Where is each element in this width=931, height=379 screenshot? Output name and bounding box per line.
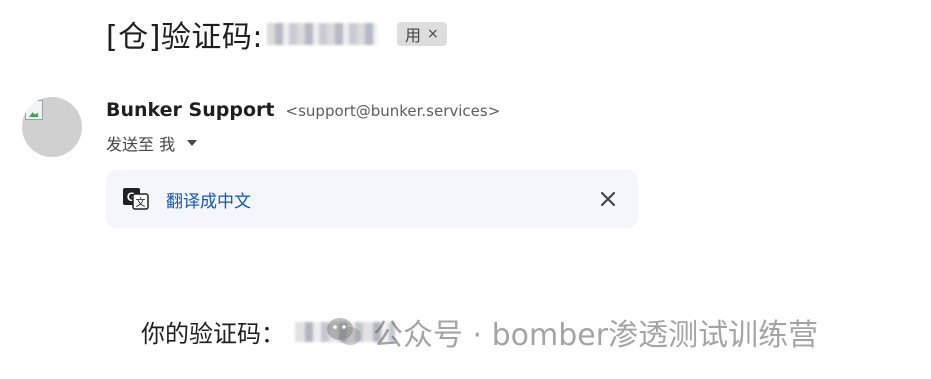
recipient-details[interactable]: 发送至 我 xyxy=(106,131,198,155)
close-icon xyxy=(600,191,616,207)
email-subject: [仓]验证码: xyxy=(106,20,264,55)
translate-icon: G 文 xyxy=(122,186,150,212)
watermark-text: 公众号 · bomber渗透测试训练营 xyxy=(373,318,819,353)
label-chip[interactable]: 用 × xyxy=(397,22,447,46)
svg-text:文: 文 xyxy=(136,196,146,209)
recipient-line: 发送至 我 xyxy=(106,135,176,154)
wechat-icon xyxy=(327,318,361,345)
watermark: 公众号 · bomber渗透测试训练营 xyxy=(325,310,818,354)
subject-row: [仓]验证码: 用 × xyxy=(106,12,447,56)
broken-image-icon xyxy=(25,100,43,120)
sender-name[interactable]: Bunker Support xyxy=(106,99,274,121)
remove-label-icon[interactable]: × xyxy=(427,26,439,42)
label-chip-text: 用 xyxy=(405,26,422,45)
sender-email: <support@bunker.services> xyxy=(285,102,501,120)
email-view: [仓]验证码: 用 × Bunker Support <support@bunk… xyxy=(0,0,931,379)
close-translate-button[interactable] xyxy=(596,187,620,211)
translate-link[interactable]: 翻译成中文 xyxy=(166,187,251,212)
translate-bar: G 文 翻译成中文 xyxy=(106,170,638,228)
sender-line: Bunker Support <support@bunker.services> xyxy=(106,99,500,121)
sender-avatar[interactable] xyxy=(22,97,82,157)
redacted-subject-code xyxy=(267,23,378,45)
chevron-down-icon[interactable] xyxy=(187,140,198,146)
body-text: 你的验证码： xyxy=(141,320,285,348)
